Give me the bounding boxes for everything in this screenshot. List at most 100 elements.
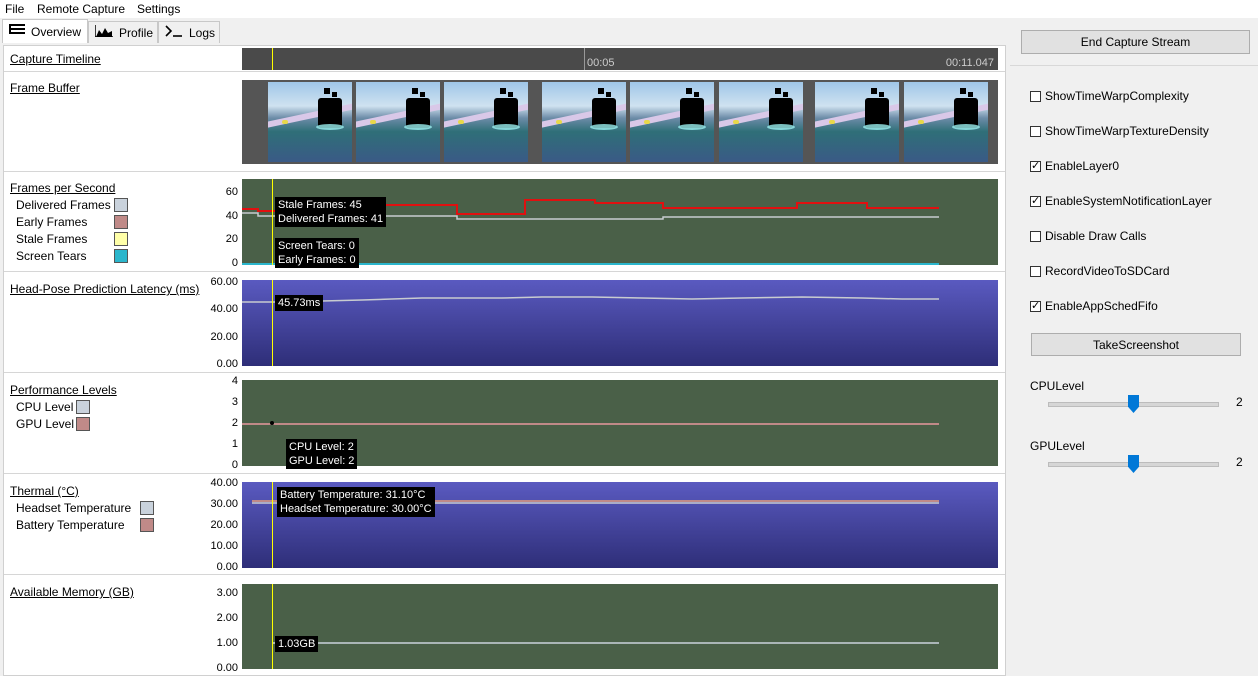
gpu-level-value: 2: [1236, 455, 1243, 469]
perf-ytick: 1: [231, 438, 238, 450]
memory-row: Available Memory (GB) 3.00 2.00 1.00 0.0…: [4, 575, 1005, 676]
frame-thumbnail[interactable]: [719, 82, 803, 162]
frame-buffer-row: Frame Buffer: [4, 72, 1005, 172]
checkbox-row[interactable]: EnableLayer0: [1030, 159, 1119, 173]
checkbox-label[interactable]: ShowTimeWarpComplexity: [1045, 89, 1189, 103]
memory-cursor: [272, 584, 273, 669]
menu-remote-capture[interactable]: Remote Capture: [37, 2, 125, 16]
legend-battery-temperature: Battery Temperature: [16, 516, 154, 533]
legend-delivered-frames: Delivered Frames: [16, 196, 128, 213]
fps-row: Frames per Second Delivered Frames Early…: [4, 172, 1005, 272]
checkbox[interactable]: [1030, 90, 1041, 102]
checkbox[interactable]: [1030, 265, 1041, 277]
terminal-icon: [165, 25, 183, 40]
stale-swatch: [114, 231, 128, 246]
legend-early-frames: Early Frames: [16, 213, 128, 230]
checkbox-label[interactable]: Disable Draw Calls: [1045, 229, 1146, 243]
cpu-swatch: [76, 399, 90, 414]
checkbox-row[interactable]: ShowTimeWarpTextureDensity: [1030, 124, 1209, 138]
tab-overview[interactable]: Overview: [2, 19, 88, 43]
checkbox[interactable]: [1030, 125, 1041, 137]
checkbox-row[interactable]: RecordVideoToSDCard: [1030, 264, 1170, 278]
timeline-mid-label: 00:05: [587, 57, 615, 69]
perf-tooltip: CPU Level: 2 GPU Level: 2: [286, 439, 358, 469]
perf-ytick: 4: [231, 375, 238, 387]
take-screenshot-button[interactable]: TakeScreenshot: [1031, 333, 1241, 356]
menu-file[interactable]: File: [5, 2, 24, 16]
tab-logs[interactable]: Logs: [158, 21, 220, 43]
frame-buffer-strip: [242, 80, 998, 164]
checkbox-row[interactable]: Disable Draw Calls: [1030, 229, 1146, 243]
checkbox[interactable]: [1030, 299, 1041, 312]
gpu-level-label: GPULevel: [1030, 439, 1085, 453]
menu-bar: File Remote Capture Settings: [0, 0, 1258, 18]
legend-stale-frames: Stale Frames: [16, 230, 128, 247]
tab-logs-label: Logs: [189, 25, 216, 40]
fps-ytick: 20: [225, 233, 238, 245]
fps-cursor: [272, 179, 273, 265]
cpu-level-value: 2: [1236, 395, 1243, 409]
fps-title[interactable]: Frames per Second: [10, 181, 115, 195]
checkbox-row[interactable]: ShowTimeWarpComplexity: [1030, 89, 1189, 103]
tab-overview-label: Overview: [31, 24, 82, 39]
frame-thumbnail[interactable]: [356, 82, 440, 162]
checkbox-label[interactable]: EnableSystemNotificationLayer: [1045, 194, 1212, 208]
cpu-level-point: [270, 421, 274, 425]
latency-row: Head-Pose Prediction Latency (ms) 60.00 …: [4, 272, 1005, 373]
perf-title[interactable]: Performance Levels: [10, 383, 117, 397]
chart-icon: [94, 25, 113, 40]
thermal-cursor: [272, 482, 273, 568]
checkbox[interactable]: [1030, 194, 1041, 207]
checkbox-row[interactable]: EnableAppSchedFifo: [1030, 299, 1158, 313]
delivered-swatch: [114, 197, 128, 212]
latency-title[interactable]: Head-Pose Prediction Latency (ms): [10, 282, 199, 296]
thermal-plot[interactable]: Battery Temperature: 31.10°C Headset Tem…: [242, 482, 998, 568]
latency-plot[interactable]: 45.73ms: [242, 280, 998, 366]
checkbox-label[interactable]: RecordVideoToSDCard: [1045, 264, 1170, 278]
gpu-level-thumb[interactable]: [1128, 455, 1139, 473]
latency-line: [242, 296, 939, 303]
gpu-swatch: [76, 416, 90, 431]
settings-panel: End Capture Stream ShowTimeWarpComplexit…: [1010, 18, 1258, 676]
checkbox-label[interactable]: EnableAppSchedFifo: [1045, 299, 1158, 313]
frame-thumbnail[interactable]: [444, 82, 528, 162]
memory-ytick: 0.00: [216, 662, 238, 674]
menu-settings[interactable]: Settings: [137, 2, 180, 16]
memory-ytick: 3.00: [216, 587, 238, 599]
memory-ytick: 2.00: [216, 612, 238, 624]
timeline-end-label: 00:11.047: [945, 57, 994, 69]
checkbox-row[interactable]: EnableSystemNotificationLayer: [1030, 194, 1212, 208]
timeline-row: Capture Timeline 00:05 00:11.047: [4, 46, 1005, 72]
cpu-level-thumb[interactable]: [1128, 395, 1139, 413]
latency-ytick: 0.00: [216, 358, 238, 370]
legend-cpu-level: CPU Level: [16, 398, 90, 415]
timeline-cursor[interactable]: [272, 48, 273, 70]
checkbox-label[interactable]: ShowTimeWarpTextureDensity: [1045, 124, 1209, 138]
frame-thumbnail[interactable]: [542, 82, 626, 162]
timeline-track[interactable]: 00:05 00:11.047: [242, 48, 998, 70]
cpu-level-label: CPULevel: [1030, 379, 1085, 393]
memory-title[interactable]: Available Memory (GB): [10, 585, 134, 599]
frame-thumbnail[interactable]: [815, 82, 899, 162]
timeline-title[interactable]: Capture Timeline: [10, 52, 101, 66]
tab-profile[interactable]: Profile: [88, 21, 158, 43]
frame-thumbnail[interactable]: [268, 82, 352, 162]
thermal-ytick: 30.00: [210, 498, 238, 510]
frame-thumbnail[interactable]: [630, 82, 714, 162]
memory-ytick: 1.00: [216, 637, 238, 649]
memory-plot[interactable]: 1.03GB: [242, 584, 998, 669]
checkbox[interactable]: [1030, 230, 1041, 242]
checkbox-label[interactable]: EnableLayer0: [1045, 159, 1119, 173]
thermal-title[interactable]: Thermal (°C): [10, 484, 79, 498]
frame-thumbnail[interactable]: [904, 82, 988, 162]
legend-gpu-level: GPU Level: [16, 415, 90, 432]
end-capture-button[interactable]: End Capture Stream: [1021, 30, 1250, 54]
checkbox[interactable]: [1030, 159, 1041, 172]
fps-plot[interactable]: Stale Frames: 45 Delivered Frames: 41 Sc…: [242, 179, 998, 268]
perf-plot[interactable]: CPU Level: 2 GPU Level: 2: [242, 380, 998, 469]
latency-ytick: 20.00: [210, 331, 238, 343]
thermal-ytick: 40.00: [210, 477, 238, 489]
perf-legend: CPU Level GPU Level: [16, 398, 90, 432]
fps-legend: Delivered Frames Early Frames Stale Fram…: [16, 196, 128, 264]
frame-buffer-title[interactable]: Frame Buffer: [10, 81, 80, 95]
